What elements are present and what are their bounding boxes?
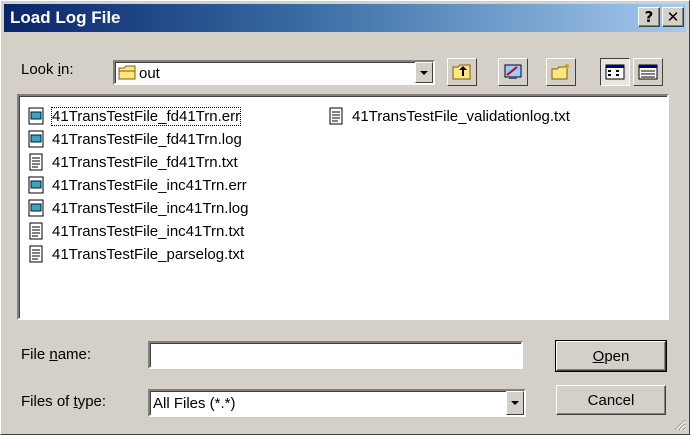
file-list[interactable]: 41TransTestFile_fd41Trn.err 41TransTestF… — [17, 94, 669, 320]
files-of-type-value: All Files (*.*) — [153, 395, 236, 412]
details-view-icon — [638, 64, 658, 80]
log-file-icon — [28, 130, 44, 148]
log-file-icon — [28, 199, 44, 217]
look-in-select[interactable]: out — [113, 60, 435, 85]
load-log-file-dialog: Load Log File ? ✕ Look in: out 41TransTe… — [0, 0, 690, 435]
details-view-button[interactable] — [633, 58, 663, 86]
file-name-input[interactable] — [148, 341, 523, 369]
dialog-title: Load Log File — [10, 8, 121, 27]
file-item[interactable]: 41TransTestFile_inc41Trn.err — [28, 175, 247, 195]
file-name-label: File name: — [21, 346, 92, 363]
cancel-button-label: Cancel — [587, 391, 635, 409]
resize-grip-icon[interactable] — [674, 419, 686, 431]
file-item[interactable]: 41TransTestFile_inc41Trn.log — [28, 198, 248, 218]
file-item[interactable]: 41TransTestFile_fd41Trn.log — [28, 129, 242, 149]
chevron-down-icon — [420, 70, 428, 75]
up-one-level-icon — [452, 64, 471, 80]
list-view-icon — [605, 64, 625, 80]
desktop-button[interactable] — [498, 58, 528, 86]
file-item[interactable]: 41TransTestFile_fd41Trn.txt — [28, 152, 238, 172]
text-file-icon — [29, 222, 43, 240]
new-folder-icon — [551, 64, 569, 80]
desktop-icon — [504, 64, 522, 79]
open-button-label: Open — [592, 347, 630, 365]
close-icon: ✕ — [666, 8, 680, 26]
up-one-level-button[interactable] — [447, 58, 477, 86]
file-item[interactable]: 41TransTestFile_inc41Trn.txt — [28, 221, 244, 241]
log-file-icon — [28, 176, 44, 194]
look-in-dropdown-button[interactable] — [415, 62, 433, 83]
chevron-down-icon — [511, 401, 519, 405]
file-item[interactable]: 41TransTestFile_validationlog.txt — [328, 106, 570, 126]
help-icon: ? — [644, 8, 654, 26]
list-view-button[interactable] — [600, 58, 630, 86]
files-of-type-select[interactable]: All Files (*.*) — [148, 389, 526, 417]
files-of-type-dropdown-button[interactable] — [506, 391, 524, 415]
open-button[interactable]: Open — [555, 340, 667, 372]
new-folder-button[interactable] — [546, 58, 576, 86]
folder-icon — [118, 65, 136, 80]
look-in-label: Look in: — [21, 61, 74, 78]
log-file-icon — [28, 107, 44, 125]
cancel-button[interactable]: Cancel — [556, 385, 666, 415]
text-file-icon — [29, 245, 43, 263]
file-item[interactable]: 41TransTestFile_parselog.txt — [28, 244, 244, 264]
close-button[interactable]: ✕ — [662, 7, 684, 27]
files-of-type-label: Files of type: — [21, 393, 107, 410]
text-file-icon — [329, 107, 343, 125]
title-bar[interactable]: Load Log File ? ✕ — [4, 4, 686, 32]
look-in-value: out — [139, 65, 160, 82]
text-file-icon — [29, 153, 43, 171]
help-button[interactable]: ? — [638, 7, 660, 27]
file-item[interactable]: 41TransTestFile_fd41Trn.err — [28, 106, 242, 126]
